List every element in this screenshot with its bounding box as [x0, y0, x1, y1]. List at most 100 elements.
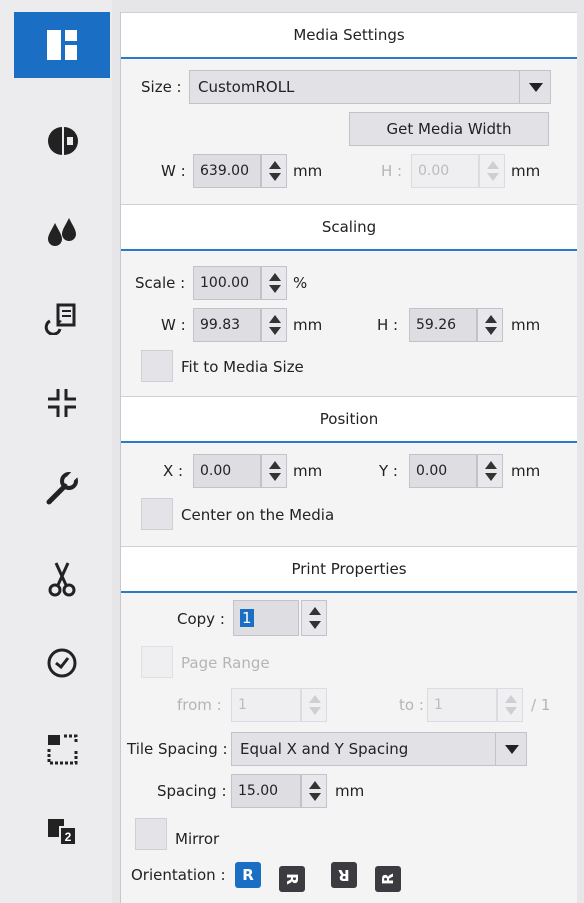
chevron-down-icon[interactable]	[495, 733, 526, 765]
media-w-label: W :	[161, 162, 186, 180]
spacing-label: Spacing :	[157, 782, 227, 800]
orientation-portrait-button[interactable]: R	[235, 862, 261, 888]
crop-marks-icon	[48, 389, 76, 417]
tile-spacing-select[interactable]: Equal X and Y Spacing	[231, 732, 527, 766]
orientation-glyph: R	[242, 866, 254, 884]
size-select[interactable]: CustomROLL	[189, 70, 551, 104]
mirror-checkbox[interactable]	[135, 818, 167, 850]
arrow-up-icon	[269, 315, 281, 323]
media-h-label: H :	[381, 162, 403, 180]
clock-icon	[47, 648, 77, 678]
copy-stepper[interactable]	[301, 600, 327, 636]
position-x-field[interactable]: 0.00	[193, 454, 261, 488]
scaling-header[interactable]: Scaling	[121, 204, 577, 251]
arrow-up-icon	[269, 273, 281, 281]
position-y-field[interactable]: 0.00	[409, 454, 477, 488]
position-header[interactable]: Position	[121, 396, 577, 443]
position-y-stepper[interactable]	[477, 454, 503, 488]
sidebar-item-tools[interactable]	[14, 456, 110, 522]
arrow-up-icon	[485, 315, 497, 323]
arrow-down-icon	[505, 707, 517, 715]
spacing-field[interactable]: 15.00	[231, 774, 301, 808]
copy-label: Copy :	[177, 610, 225, 628]
chevron-down-icon[interactable]	[519, 71, 550, 103]
color-half-icon	[48, 127, 78, 155]
color-sync-icon	[44, 303, 76, 335]
scaling-height-stepper[interactable]	[477, 308, 503, 342]
orientation-glyph: R	[338, 866, 350, 884]
ink-drops-icon	[48, 218, 76, 246]
total-pages-label: / 1	[531, 696, 551, 714]
position-x-label: X :	[163, 462, 184, 480]
page-range-label: Page Range	[181, 654, 270, 672]
orientation-landscape-flipped-button[interactable]: R	[375, 866, 401, 892]
scaling-width-stepper[interactable]	[261, 308, 287, 342]
position-x-stepper[interactable]	[261, 454, 287, 488]
orientation-portrait-flipped-button[interactable]: R	[331, 862, 357, 888]
copy-value: 1	[240, 609, 254, 627]
arrow-down-icon	[309, 621, 321, 629]
spacing-stepper[interactable]	[301, 774, 327, 808]
arrow-up-icon	[269, 161, 281, 169]
size-label: Size :	[141, 78, 182, 96]
media-height-field[interactable]: 0.00	[411, 154, 479, 188]
from-field[interactable]: 1	[231, 688, 301, 722]
settings-panel: Media Settings Size : CustomROLL Get Med…	[120, 12, 577, 903]
media-w-unit: mm	[293, 162, 323, 180]
sidebar-item-layout[interactable]	[14, 12, 110, 78]
from-stepper[interactable]	[301, 688, 327, 722]
arrow-down-icon	[269, 473, 281, 481]
scaling-w-unit: mm	[293, 316, 323, 334]
arrow-up-icon	[485, 461, 497, 469]
arrow-up-icon	[505, 695, 517, 703]
sidebar-item-color-sync[interactable]	[14, 284, 110, 350]
tile-spacing-label: Tile Spacing :	[127, 740, 228, 758]
media-height-stepper[interactable]	[479, 154, 505, 188]
scaling-h-unit: mm	[511, 316, 541, 334]
sidebar-item-frame[interactable]	[14, 716, 110, 782]
center-on-media-label: Center on the Media	[181, 506, 335, 524]
scaling-height-field[interactable]: 59.26	[409, 308, 477, 342]
scale-stepper[interactable]	[261, 266, 287, 300]
media-settings-header[interactable]: Media Settings	[121, 12, 577, 59]
sidebar: 2	[0, 0, 112, 903]
to-stepper[interactable]	[497, 688, 523, 722]
frame-select-icon	[47, 734, 78, 765]
print-properties-header[interactable]: Print Properties	[121, 546, 577, 593]
wrench-icon	[46, 470, 79, 505]
scale-field[interactable]: 100.00	[193, 266, 261, 300]
sidebar-item-pages[interactable]: 2	[14, 798, 110, 864]
arrow-down-icon	[309, 793, 321, 801]
page-range-checkbox[interactable]	[141, 646, 173, 678]
orientation-landscape-button[interactable]: R	[279, 866, 305, 892]
arrow-down-icon	[269, 285, 281, 293]
scale-unit: %	[293, 274, 308, 292]
scissors-icon	[48, 562, 76, 597]
arrow-up-icon	[309, 781, 321, 789]
layout-icon	[47, 30, 77, 60]
mirror-label: Mirror	[175, 830, 220, 848]
sidebar-item-cut[interactable]	[14, 546, 110, 612]
copy-field[interactable]: 1	[233, 600, 299, 636]
arrow-up-icon	[309, 607, 321, 615]
media-h-unit: mm	[511, 162, 541, 180]
sidebar-item-color[interactable]	[14, 108, 110, 174]
sidebar-item-schedule[interactable]	[14, 630, 110, 696]
media-width-stepper[interactable]	[261, 154, 287, 188]
center-on-media-checkbox[interactable]	[141, 498, 173, 530]
arrow-down-icon	[269, 173, 281, 181]
position-y-label: Y :	[379, 462, 398, 480]
media-width-field[interactable]: 639.00	[193, 154, 261, 188]
arrow-down-icon	[485, 327, 497, 335]
to-field[interactable]: 1	[427, 688, 497, 722]
scale-label: Scale :	[135, 274, 186, 292]
position-x-unit: mm	[293, 462, 323, 480]
get-media-width-button[interactable]: Get Media Width	[349, 112, 549, 146]
fit-to-media-checkbox[interactable]	[141, 350, 173, 382]
arrow-up-icon	[487, 161, 499, 169]
arrow-up-icon	[269, 461, 281, 469]
sidebar-item-crop[interactable]	[14, 370, 110, 436]
sidebar-item-ink[interactable]	[14, 198, 110, 264]
scaling-h-label: H :	[377, 316, 399, 334]
scaling-width-field[interactable]: 99.83	[193, 308, 261, 342]
